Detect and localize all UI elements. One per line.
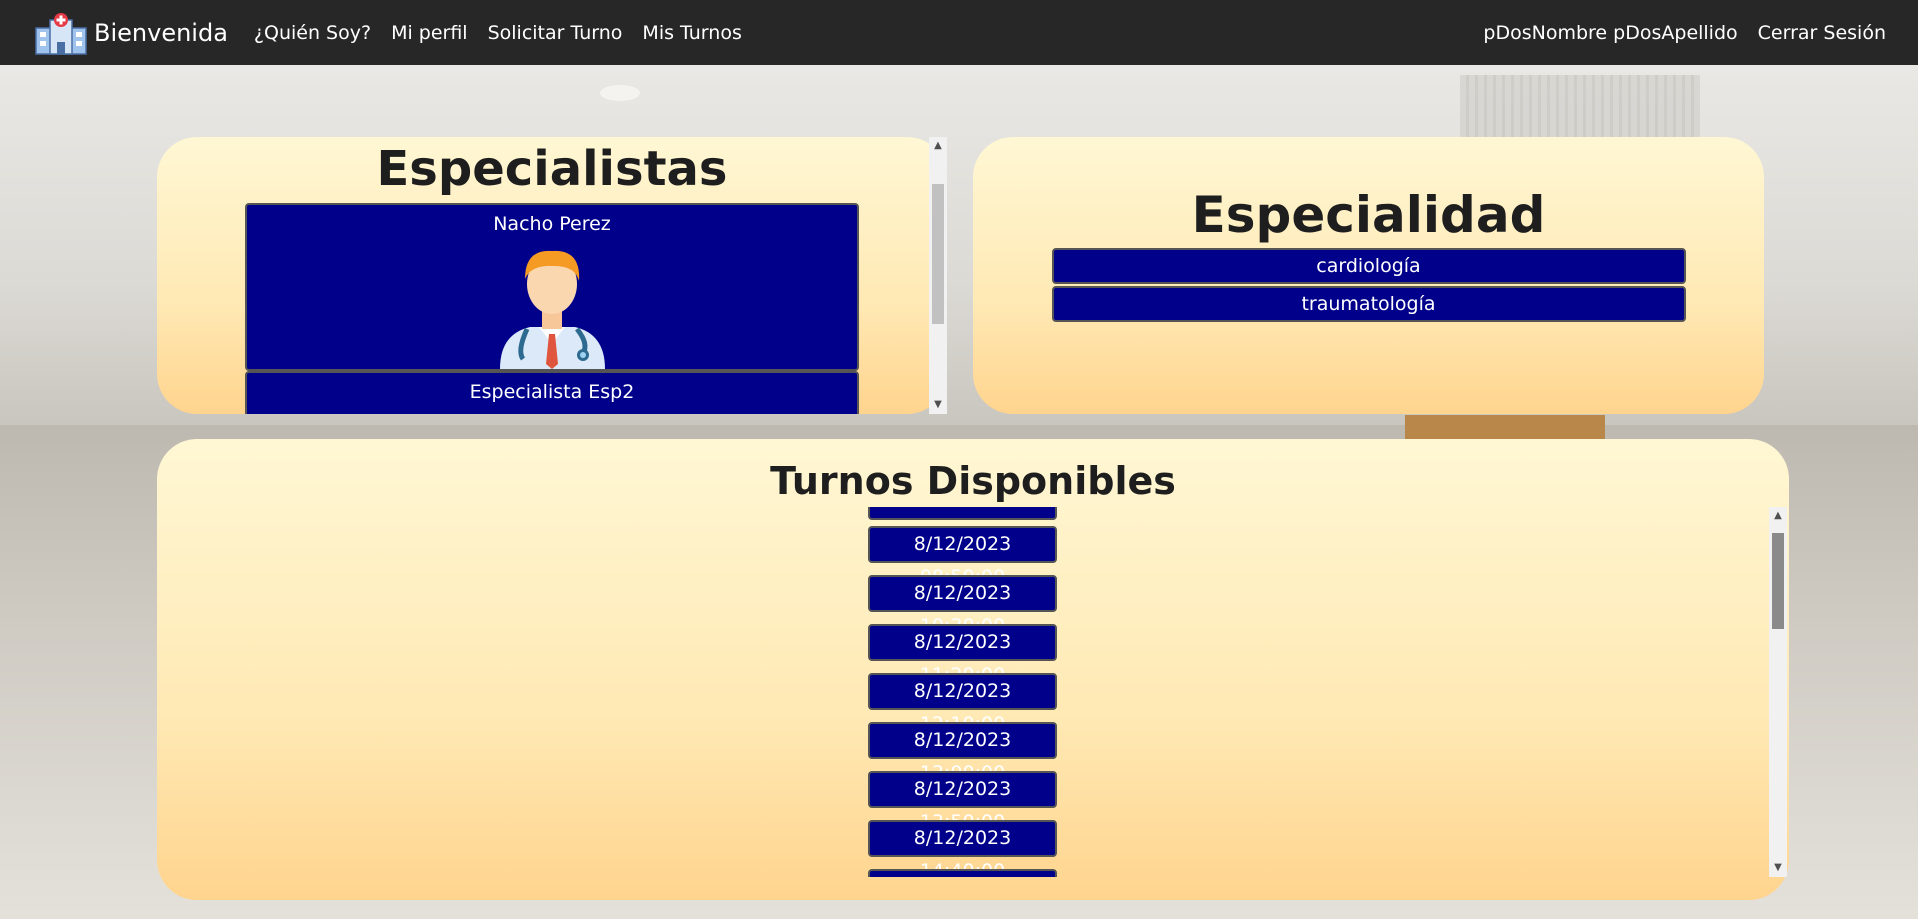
- scroll-down-arrow-icon[interactable]: ▼: [929, 396, 947, 414]
- user-name-link[interactable]: pDosNombre pDosApellido: [1483, 22, 1737, 44]
- top-navbar: Bienvenida ¿Quién Soy? Mi perfil Solicit…: [0, 0, 1918, 65]
- hospital-icon: [32, 10, 90, 56]
- turno-button[interactable]: 8/12/2023 13:00:00: [868, 722, 1057, 784]
- specialists-title: Especialistas: [376, 141, 728, 197]
- turno-button[interactable]: 8/12/2023 11:20:00: [868, 624, 1057, 686]
- speciality-title: Especialidad: [1191, 186, 1546, 244]
- brand[interactable]: Bienvenida: [32, 10, 254, 56]
- turnos-scrollbar[interactable]: ▲ ▼: [1769, 507, 1787, 877]
- speciality-button-cardiologia[interactable]: cardiología: [1051, 248, 1686, 284]
- nav-link-mi-perfil[interactable]: Mi perfil: [391, 22, 468, 44]
- scroll-up-arrow-icon[interactable]: ▲: [1769, 507, 1787, 525]
- nav-link-quien-soy[interactable]: ¿Quién Soy?: [254, 22, 371, 44]
- scroll-down-arrow-icon[interactable]: ▼: [1769, 859, 1787, 877]
- speciality-button-traumatologia[interactable]: traumatología: [1051, 286, 1686, 322]
- turnos-list: 8/12/2023 08:50:00 8/12/2023 10:30:00 8/…: [157, 507, 1789, 877]
- specialist-name: Especialista Esp2: [469, 381, 635, 403]
- background-ceiling-light: [600, 85, 640, 101]
- doctor-avatar-icon: [495, 239, 610, 369]
- nav-link-solicitar-turno[interactable]: Solicitar Turno: [488, 22, 623, 44]
- turnos-title: Turnos Disponibles: [770, 459, 1176, 503]
- nav-right: pDosNombre pDosApellido Cerrar Sesión: [1483, 22, 1886, 44]
- nav-link-mis-turnos[interactable]: Mis Turnos: [642, 22, 741, 44]
- turno-button[interactable]: 8/12/2023 13:50:00: [868, 771, 1057, 833]
- specialists-panel: Especialistas Nacho Perez Especialista E…: [157, 137, 947, 414]
- turno-button[interactable]: [868, 507, 1057, 520]
- specialist-card[interactable]: Especialista Esp2: [245, 371, 859, 414]
- turno-button[interactable]: 8/12/2023 14:40:00: [868, 820, 1057, 877]
- turnos-panel: Turnos Disponibles 8/12/2023 08:50:00 8/…: [157, 439, 1789, 900]
- specialists-scrollbar[interactable]: ▲ ▼: [929, 137, 947, 414]
- specialist-card[interactable]: Nacho Perez: [245, 203, 859, 371]
- turno-button[interactable]: 8/12/2023 10:30:00: [868, 575, 1057, 637]
- logout-link[interactable]: Cerrar Sesión: [1758, 22, 1886, 44]
- brand-title: Bienvenida: [94, 18, 228, 47]
- turno-button[interactable]: [868, 869, 1057, 877]
- speciality-panel: Especialidad cardiología traumatología: [973, 137, 1764, 414]
- scroll-up-arrow-icon[interactable]: ▲: [929, 137, 947, 155]
- turno-button[interactable]: 8/12/2023 08:50:00: [868, 526, 1057, 588]
- scrollbar-thumb[interactable]: [932, 184, 944, 324]
- scrollbar-thumb[interactable]: [1772, 533, 1784, 629]
- turno-button[interactable]: 8/12/2023 12:10:00: [868, 673, 1057, 735]
- specialist-name: Nacho Perez: [493, 213, 611, 235]
